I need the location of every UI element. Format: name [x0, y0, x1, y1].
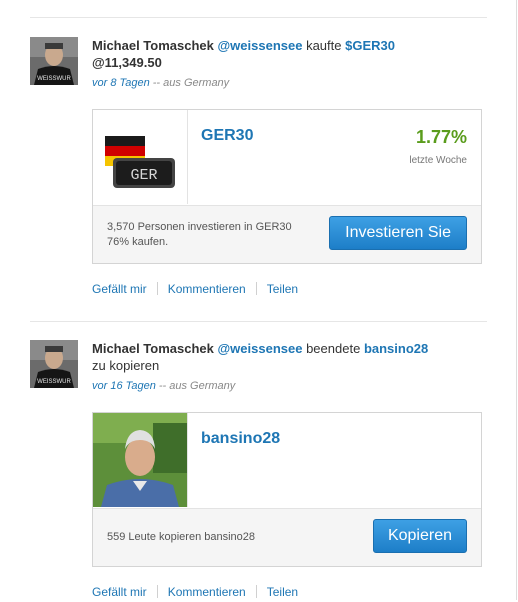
trader-card: bansino28 559 Leute kopieren bansino28 K…	[92, 412, 482, 567]
instrument-card: GER GER30 1.77% letzte Woche 3,570 Perso…	[92, 109, 482, 264]
instrument-title-link[interactable]: GER30	[201, 127, 253, 145]
timestamp-link[interactable]: vor 8 Tagen	[92, 77, 150, 89]
avatar[interactable]: WEISSWUR	[30, 340, 78, 388]
feed-panel: WEISSWUR Michael Tomaschek @weissensee k…	[0, 0, 517, 600]
buy-percent-text: 76% kaufen.	[107, 236, 169, 248]
post-actions: Gefällt mir Kommentieren Teilen	[92, 282, 298, 296]
percent-change: 1.77%	[415, 127, 467, 147]
avatar[interactable]: WEISSWUR	[30, 37, 78, 85]
copy-button[interactable]: Kopieren	[372, 519, 467, 553]
action-separator	[255, 585, 257, 598]
post-headline: Michael Tomaschek @weissensee beendete b…	[92, 340, 482, 374]
trader-photo[interactable]	[93, 413, 188, 507]
ticker-link[interactable]: $GER30	[345, 38, 395, 53]
percent-period-label: letzte Woche	[409, 155, 467, 166]
user-handle-link[interactable]: @weissensee	[218, 341, 303, 356]
post-meta: vor 8 Tagen -- aus Germany	[92, 77, 229, 89]
user-name-link[interactable]: Michael Tomaschek	[92, 38, 214, 53]
action-separator	[255, 282, 257, 295]
copier-count-text: 559 Leute kopieren bansino28	[107, 531, 256, 543]
user-name-link[interactable]: Michael Tomaschek	[92, 341, 214, 356]
post-action-text: kaufte	[306, 38, 342, 53]
ger-badge-text: GER	[130, 167, 157, 184]
card-footer: 559 Leute kopieren bansino28 Kopieren	[93, 508, 481, 566]
avatar-shirt-text: WEISSWUR	[37, 76, 71, 82]
post-meta: vor 16 Tagen -- aus Germany	[92, 380, 235, 392]
comment-link[interactable]: Kommentieren	[168, 585, 246, 599]
share-link[interactable]: Teilen	[267, 282, 298, 296]
user-handle-link[interactable]: @weissensee	[218, 38, 303, 53]
share-link[interactable]: Teilen	[267, 585, 298, 599]
location-text: -- aus Germany	[158, 380, 236, 392]
instrument-image[interactable]: GER	[93, 110, 188, 204]
post-action-tail: zu kopieren	[92, 358, 160, 373]
post-actions: Gefällt mir Kommentieren Teilen	[92, 585, 298, 599]
post-headline: Michael Tomaschek @weissensee kaufte $GE…	[92, 37, 482, 71]
like-link[interactable]: Gefällt mir	[92, 282, 147, 296]
action-separator	[156, 585, 158, 598]
location-text: -- aus Germany	[152, 77, 230, 89]
avatar-shirt-text: WEISSWUR	[37, 379, 71, 385]
comment-link[interactable]: Kommentieren	[168, 282, 246, 296]
timestamp-link[interactable]: vor 16 Tagen	[92, 380, 156, 392]
feed-divider	[30, 321, 487, 322]
trade-price: @11,349.50	[92, 55, 162, 70]
investor-count-text: 3,570 Personen investieren in GER30	[107, 221, 292, 233]
action-separator	[156, 282, 158, 295]
feed-post: WEISSWUR Michael Tomaschek @weissensee b…	[30, 340, 490, 602]
card-footer: 3,570 Personen investieren in GER30 76% …	[93, 205, 481, 263]
copied-user-link[interactable]: bansino28	[364, 341, 428, 356]
invest-button[interactable]: Investieren Sie	[329, 216, 467, 250]
post-action-text: beendete	[306, 341, 361, 356]
feed-divider	[30, 17, 487, 18]
feed-post: WEISSWUR Michael Tomaschek @weissensee k…	[30, 37, 490, 307]
like-link[interactable]: Gefällt mir	[92, 585, 147, 599]
trader-title-link[interactable]: bansino28	[201, 430, 280, 448]
